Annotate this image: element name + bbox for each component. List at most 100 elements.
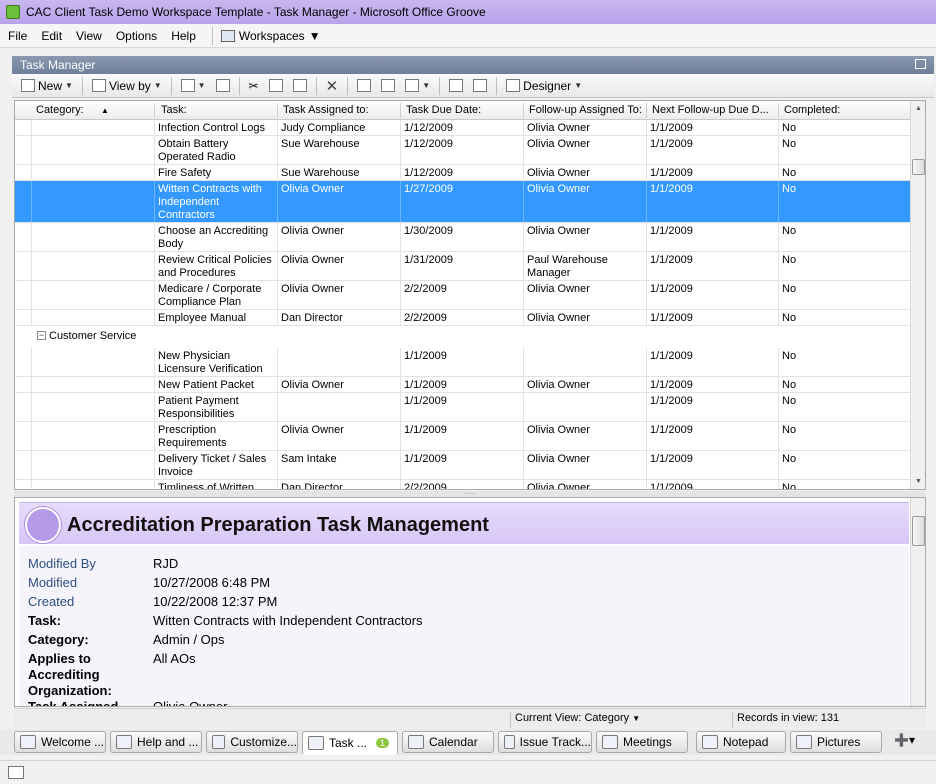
cell-due: 1/12/2009 xyxy=(400,120,523,135)
tools-button[interactable]: ▼ xyxy=(400,77,435,94)
cell-task: Choose an Accrediting Body xyxy=(154,223,277,251)
toolbar-divider xyxy=(439,76,441,95)
scroll-up-icon[interactable]: ▲ xyxy=(911,101,925,116)
table-row[interactable]: Fire Safety Sue Warehouse 1/12/2009 Olivia … xyxy=(15,165,911,181)
table-row[interactable]: Witten Contracts with Independent Contra… xyxy=(15,181,911,223)
cell-assigned: Olivia Owner xyxy=(277,422,400,450)
cell-due: 1/1/2009 xyxy=(400,393,523,421)
table-row[interactable]: Delivery Ticket / Sales Invoice Sam Intak… xyxy=(15,451,911,480)
preview-scrollbar[interactable] xyxy=(910,498,925,706)
col-task[interactable]: Task: xyxy=(161,104,187,116)
mark-unread-button[interactable] xyxy=(376,77,400,94)
collapse-icon[interactable]: − xyxy=(37,331,46,340)
table-row[interactable]: New Patient Packet Olivia Owner 1/1/2009 Ol… xyxy=(15,377,911,393)
paste-button[interactable] xyxy=(288,77,312,94)
title-bar: CAC Client Task Demo Workspace Template … xyxy=(0,0,936,24)
message-icon[interactable] xyxy=(8,766,24,779)
tab-customize[interactable]: Customize... xyxy=(206,731,298,753)
menu-help[interactable]: Help xyxy=(169,27,198,45)
cell-next: 1/1/2009 xyxy=(646,181,778,222)
group-header-customer-service[interactable]: − Customer Service xyxy=(15,326,911,348)
cell-next: 1/1/2009 xyxy=(646,422,778,450)
table-row[interactable]: Choose an Accrediting Body Olivia Owner 1/… xyxy=(15,223,911,252)
menu-edit[interactable]: Edit xyxy=(39,27,64,45)
table-row[interactable]: Employee Manual Dan Director 2/2/2009 Olivi… xyxy=(15,310,911,326)
col-followup[interactable]: Follow-up Assigned To: xyxy=(529,104,642,116)
restore-icon[interactable] xyxy=(915,59,926,69)
table-row[interactable]: Infection Control Logs Judy Compliance 1/1… xyxy=(15,120,911,136)
table-row[interactable]: Patient Payment Responsibilities 1/1/2009… xyxy=(15,393,911,422)
collapse-all-button[interactable] xyxy=(468,77,492,94)
find-button[interactable]: ▼ xyxy=(176,77,211,94)
delete-button[interactable]: ✕ xyxy=(321,75,344,97)
tab-issue-tracker[interactable]: Issue Track... xyxy=(498,731,592,753)
mark-read-button[interactable] xyxy=(352,77,376,94)
sort-asc-icon: ▲ xyxy=(101,106,109,115)
col-assigned[interactable]: Task Assigned to: xyxy=(283,104,369,116)
field-value-modified: 10/27/2008 6:48 PM xyxy=(153,575,271,590)
tab-help[interactable]: Help and ... xyxy=(110,731,202,753)
col-due[interactable]: Task Due Date: xyxy=(406,104,481,116)
preview-scroll-thumb[interactable] xyxy=(912,516,925,546)
cell-task: Prescription Requirements xyxy=(154,422,277,450)
col-divider xyxy=(277,103,278,118)
cell-assigned: Sam Intake xyxy=(277,451,400,479)
tab-pictures[interactable]: Pictures xyxy=(790,731,882,753)
grid-scrollbar[interactable]: ▲ ▼ xyxy=(910,101,925,489)
scroll-down-icon[interactable]: ▼ xyxy=(911,474,925,489)
tab-label: Customize... xyxy=(230,735,297,749)
tab-welcome[interactable]: Welcome ... xyxy=(14,731,106,753)
cell-completed: No xyxy=(778,393,911,421)
workspaces-menu[interactable]: Workspaces ▼ xyxy=(217,27,325,45)
new-button[interactable]: New ▼ xyxy=(16,77,78,95)
calendar-icon xyxy=(408,735,424,749)
records-in-view: Records in view: 131 xyxy=(732,712,839,728)
tab-notepad[interactable]: Notepad xyxy=(696,731,786,753)
view-by-button[interactable]: View by ▼ xyxy=(87,77,167,95)
col-next-followup[interactable]: Next Follow-up Due D... xyxy=(652,104,769,116)
tab-calendar[interactable]: Calendar xyxy=(402,731,494,753)
category-cell xyxy=(31,165,154,180)
table-row[interactable]: New Physician Licensure Verification 1/1/… xyxy=(15,348,911,377)
mark-read-icon xyxy=(357,79,372,92)
table-row[interactable]: Medicare / Corporate Compliance Plan Oliv… xyxy=(15,281,911,310)
menu-options[interactable]: Options xyxy=(114,27,159,45)
cell-due: 1/1/2009 xyxy=(400,348,523,376)
collapse-all-icon xyxy=(473,79,488,92)
expand-all-button[interactable] xyxy=(444,77,468,94)
scroll-thumb[interactable] xyxy=(912,159,925,175)
cell-completed: No xyxy=(778,348,911,376)
cell-next: 1/1/2009 xyxy=(646,310,778,325)
cell-due: 1/31/2009 xyxy=(400,252,523,280)
unread-badge: 1 xyxy=(376,738,390,748)
cell-followup: Olivia Owner xyxy=(523,136,646,164)
cut-button[interactable]: ✂ xyxy=(244,77,264,95)
cell-task: Medicare / Corporate Compliance Plan xyxy=(154,281,277,309)
cell-completed: No xyxy=(778,480,911,489)
copy-button[interactable] xyxy=(264,77,288,94)
cell-task: Employee Manual xyxy=(154,310,277,325)
cell-assigned: Olivia Owner xyxy=(277,223,400,251)
designer-icon xyxy=(506,79,521,92)
menu-file[interactable]: File xyxy=(6,27,29,45)
category-cell xyxy=(31,136,154,164)
add-tool-icon[interactable]: ➕▾ xyxy=(894,733,915,747)
category-cell xyxy=(31,377,154,392)
menu-view[interactable]: View xyxy=(74,27,104,45)
col-completed[interactable]: Completed: xyxy=(784,104,840,116)
cell-next: 1/1/2009 xyxy=(646,281,778,309)
tab-meetings[interactable]: Meetings xyxy=(596,731,688,753)
filter-clear-button[interactable] xyxy=(211,77,235,94)
cell-assigned xyxy=(277,348,400,376)
current-view-selector[interactable]: Current View: Category ▼ xyxy=(510,712,640,728)
tab-task-manager[interactable]: Task ... 1 xyxy=(302,731,398,755)
table-row[interactable]: Obtain Battery Operated Radio Sue Warehou… xyxy=(15,136,911,165)
table-row[interactable]: Prescription Requirements Olivia Owner 1/1… xyxy=(15,422,911,451)
col-category[interactable]: Category: xyxy=(36,104,84,116)
grid-rows: Infection Control Logs Judy Compliance 1/1… xyxy=(15,120,911,489)
table-row[interactable]: Timliness of Written Dan Director 2/2/2009… xyxy=(15,480,911,489)
cell-next: 1/1/2009 xyxy=(646,377,778,392)
wand-icon xyxy=(405,79,420,92)
table-row[interactable]: Review Critical Policies and Procedures O… xyxy=(15,252,911,281)
designer-button[interactable]: Designer ▼ xyxy=(501,77,587,95)
